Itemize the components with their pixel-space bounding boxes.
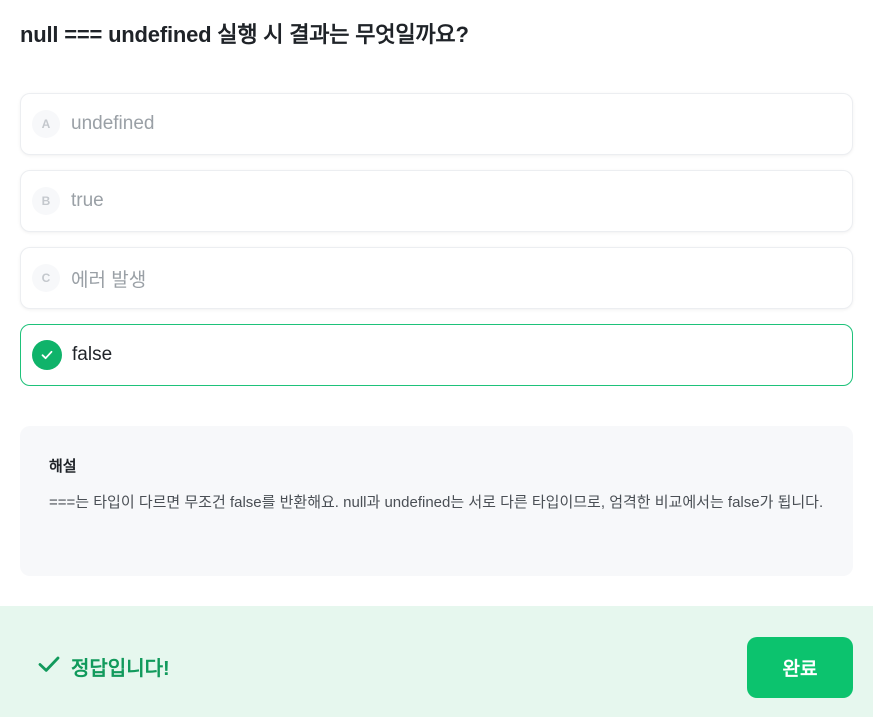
explanation-title: 해설 xyxy=(49,458,77,475)
option-b[interactable]: B true xyxy=(20,170,853,232)
option-c[interactable]: C 에러 발생 xyxy=(20,247,853,309)
check-icon xyxy=(32,340,62,370)
explanation-panel: 해설 ===는 타입이 다르면 무조건 false를 반환해요. null과 u… xyxy=(20,426,853,576)
option-label: false xyxy=(72,344,113,365)
option-label: undefined xyxy=(71,113,155,134)
result-message: 정답입니다! xyxy=(37,652,170,681)
option-letter-badge: C xyxy=(32,264,60,292)
option-label: true xyxy=(71,190,104,211)
answer-options: A undefined B true C 에러 발생 false xyxy=(20,93,853,401)
option-a[interactable]: A undefined xyxy=(20,93,853,155)
result-bar: 정답입니다! 완료 xyxy=(0,606,873,717)
option-letter-badge: B xyxy=(32,187,60,215)
result-text: 정답입니다! xyxy=(71,658,170,680)
explanation-body: ===는 타입이 다르면 무조건 false를 반환해요. null과 unde… xyxy=(49,494,824,511)
question-title: null === undefined 실행 시 결과는 무엇일까요? xyxy=(20,22,469,47)
done-button[interactable]: 완료 xyxy=(747,637,853,698)
option-d-correct[interactable]: false xyxy=(20,324,853,386)
option-label: 에러 발생 xyxy=(71,269,147,291)
option-letter-badge: A xyxy=(32,110,60,138)
check-icon xyxy=(37,654,61,679)
